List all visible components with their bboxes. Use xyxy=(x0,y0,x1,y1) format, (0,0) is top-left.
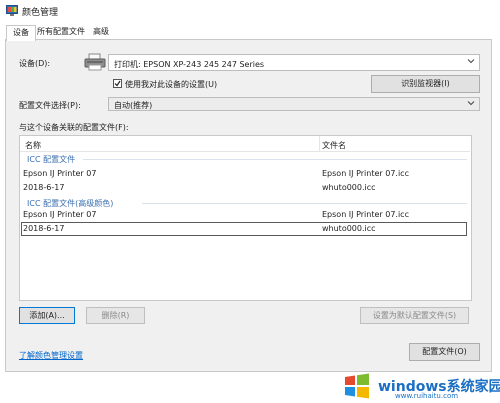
profile-filename: whuto000.icc xyxy=(322,183,376,192)
color-management-icon xyxy=(6,5,18,16)
tab-all-profiles[interactable]: 所有配置文件 xyxy=(37,25,85,39)
learn-color-management-link[interactable]: 了解颜色管理设置 xyxy=(19,350,83,361)
remove-profile-button[interactable]: 删除(R) xyxy=(86,307,145,324)
column-header-filename[interactable]: 文件名 xyxy=(322,140,346,151)
add-profile-button[interactable]: 添加(A)... xyxy=(19,307,75,324)
printer-icon xyxy=(84,53,106,71)
column-header-name[interactable]: 名称 xyxy=(25,140,41,151)
window-title: 颜色管理 xyxy=(22,8,59,18)
table-row-selected[interactable]: 2018-6-17 whuto000.icc xyxy=(21,222,467,236)
profile-filename: Epson IJ Printer 07.icc xyxy=(322,210,409,219)
tab-advanced[interactable]: 高级 xyxy=(93,25,109,39)
device-label: 设备(D): xyxy=(19,59,51,68)
tab-device[interactable]: 设备 xyxy=(6,25,36,41)
profile-selection-select[interactable]: 自动(推荐) xyxy=(108,97,480,111)
title-bar[interactable] xyxy=(0,0,500,24)
watermark-url: www.ruihaitu.com xyxy=(395,392,459,400)
profile-name: Epson IJ Printer 07 xyxy=(23,169,97,178)
windows-logo-icon xyxy=(345,373,369,399)
set-default-profile-button[interactable]: 设置为默认配置文件(S) xyxy=(360,307,469,324)
profiles-button[interactable]: 配置文件(O) xyxy=(409,343,480,361)
profile-name: 2018-6-17 xyxy=(23,224,65,233)
associated-profiles-label: 与这个设备关联的配置文件(F): xyxy=(19,123,129,132)
chevron-down-icon xyxy=(467,59,475,64)
table-row[interactable]: 2018-6-17 whuto000.icc xyxy=(21,181,467,195)
list-header xyxy=(20,136,470,152)
chevron-down-icon xyxy=(467,101,475,106)
profile-name: 2018-6-17 xyxy=(23,183,65,192)
identify-monitors-button[interactable]: 识别监视器(I) xyxy=(371,75,480,93)
column-divider[interactable] xyxy=(319,136,320,151)
profile-selection-label: 配置文件选择(P): xyxy=(19,101,81,110)
group-divider xyxy=(142,203,467,204)
use-my-settings-label[interactable]: 使用我对此设备的设置(U) xyxy=(125,79,217,90)
group-divider xyxy=(83,159,467,160)
use-my-settings-checkbox[interactable] xyxy=(113,79,122,88)
profile-filename: Epson IJ Printer 07.icc xyxy=(322,169,409,178)
table-row[interactable]: Epson IJ Printer 07 Epson IJ Printer 07.… xyxy=(21,167,467,181)
checkmark-icon xyxy=(114,80,121,87)
device-select[interactable]: 打印机: EPSON XP-243 245 247 Series xyxy=(108,54,480,71)
profile-selection-value: 自动(推荐) xyxy=(114,101,153,110)
profile-name: Epson IJ Printer 07 xyxy=(23,210,97,219)
device-select-value: 打印机: EPSON XP-243 245 247 Series xyxy=(114,60,265,69)
table-row[interactable]: Epson IJ Printer 07 Epson IJ Printer 07.… xyxy=(21,208,467,222)
group-header: ICC 配置文件 xyxy=(27,155,76,164)
profile-filename: whuto000.icc xyxy=(322,224,376,233)
